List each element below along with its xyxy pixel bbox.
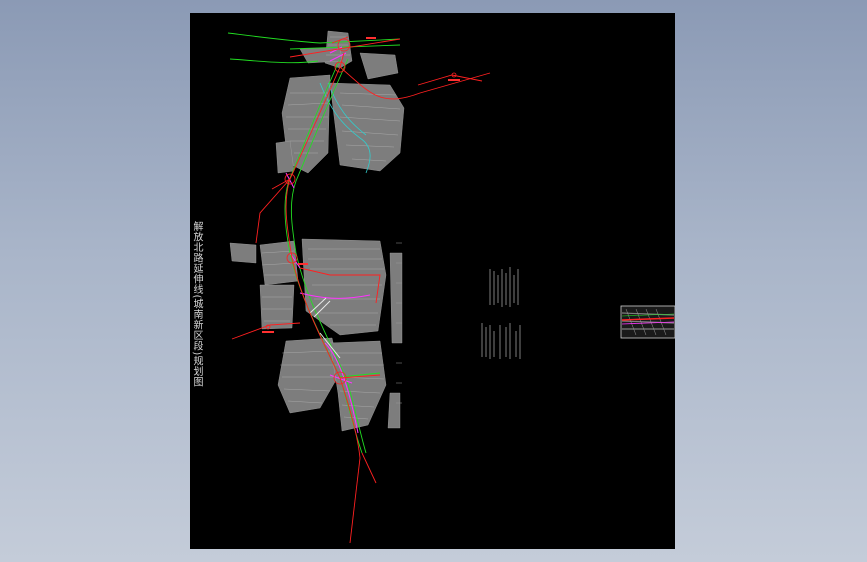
parcel-blocks — [229, 30, 405, 432]
notes-block — [481, 267, 521, 359]
detail-inset — [620, 305, 675, 339]
plan-drawing — [227, 30, 675, 544]
drawing-sheet: 解放北路延伸线(城南新区段)规划图 — [190, 13, 675, 549]
drawing-title: 解放北路延伸线(城南新区段)规划图 — [191, 221, 202, 388]
